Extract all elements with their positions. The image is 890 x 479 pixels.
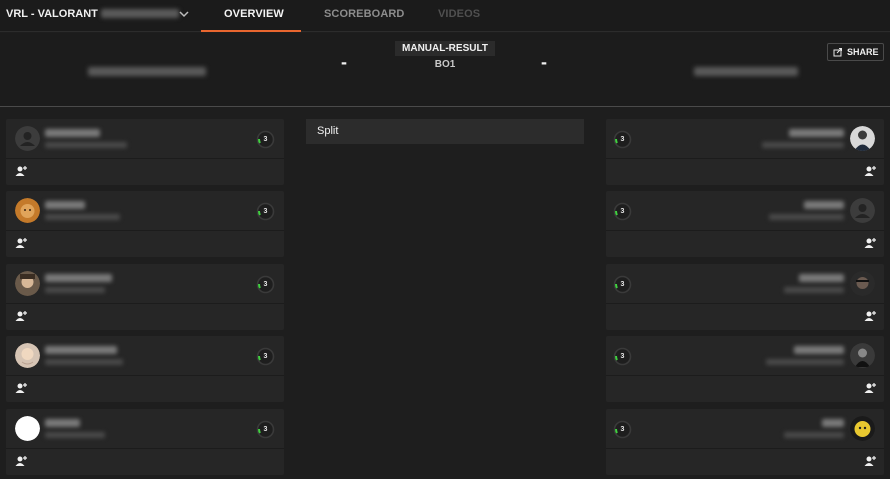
player-card-right[interactable]: 3 [606,119,884,185]
share-label: SHARE [847,47,879,57]
player-subtitle [762,142,844,148]
player-name[interactable] [45,129,100,137]
team-left-name[interactable] [88,67,206,76]
player-avatar [15,198,40,223]
player-avatar [15,271,40,296]
active-tab-indicator [201,30,301,32]
player-avatar [850,343,875,368]
team-right-score: - [541,52,547,72]
add-friend-icon[interactable] [15,382,27,394]
add-friend-icon[interactable] [15,455,27,467]
map-panel: Split [306,119,584,144]
add-friend-icon[interactable] [15,237,27,249]
level-badge: 3 [613,275,632,294]
add-friend-icon[interactable] [864,382,876,394]
map-name: Split [317,125,339,137]
add-friend-icon[interactable] [15,310,27,322]
player-card-right[interactable]: 3 [606,191,884,257]
add-friend-icon[interactable] [864,165,876,177]
player-name[interactable] [799,274,844,282]
top-nav: VRL - VALORANT OVERVIEW SCOREBOARD VIDEO… [0,0,890,32]
tab-scoreboard[interactable]: SCOREBOARD [324,8,404,20]
player-name[interactable] [789,129,844,137]
match-header: - MANUAL-RESULT BO1 - SHARE [0,33,890,107]
player-subtitle [45,142,127,148]
add-friend-icon[interactable] [15,165,27,177]
level-badge: 3 [613,202,632,221]
add-friend-icon[interactable] [864,455,876,467]
player-subtitle [45,214,120,220]
team-left-score: - [341,52,347,72]
match-format: BO1 [434,59,456,70]
player-avatar [850,126,875,151]
player-avatar [15,416,40,441]
level-badge: 3 [613,420,632,439]
player-subtitle [766,359,844,365]
event-title[interactable]: VRL - VALORANT [6,8,179,20]
player-name[interactable] [45,201,85,209]
player-card-left[interactable]: 3 [6,119,284,185]
player-name[interactable] [45,274,112,282]
level-badge: 3 [256,130,275,149]
player-name[interactable] [794,346,844,354]
add-friend-icon[interactable] [864,310,876,322]
player-card-left[interactable]: 3 [6,191,284,257]
level-badge: 3 [613,130,632,149]
chevron-down-icon[interactable] [178,7,190,21]
player-subtitle [769,214,844,220]
player-card-left[interactable]: 3 [6,336,284,402]
team-right-name[interactable] [694,67,798,76]
level-badge: 3 [613,347,632,366]
player-card-right[interactable]: 3 [606,264,884,330]
add-friend-icon[interactable] [864,237,876,249]
player-card-right[interactable]: 3 [606,336,884,402]
result-type-badge: MANUAL-RESULT [395,41,495,56]
level-badge: 3 [256,202,275,221]
tab-videos[interactable]: VIDEOS [438,8,480,20]
player-avatar [850,416,875,441]
level-badge: 3 [256,420,275,439]
tab-overview[interactable]: OVERVIEW [224,8,284,20]
level-badge: 3 [256,347,275,366]
player-card-left[interactable]: 3 [6,264,284,330]
level-badge: 3 [256,275,275,294]
player-subtitle [784,432,844,438]
player-subtitle [784,287,844,293]
player-card-left[interactable]: 3 [6,409,284,475]
share-icon [833,48,842,57]
player-avatar [15,126,40,151]
player-subtitle [45,432,105,438]
player-avatar [850,271,875,296]
player-name[interactable] [45,346,117,354]
player-name[interactable] [822,419,844,427]
player-avatar [850,198,875,223]
share-button[interactable]: SHARE [827,43,884,61]
player-avatar [15,343,40,368]
player-card-right[interactable]: 3 [606,409,884,475]
player-name[interactable] [804,201,844,209]
player-subtitle [45,287,105,293]
player-name[interactable] [45,419,80,427]
player-subtitle [45,359,123,365]
